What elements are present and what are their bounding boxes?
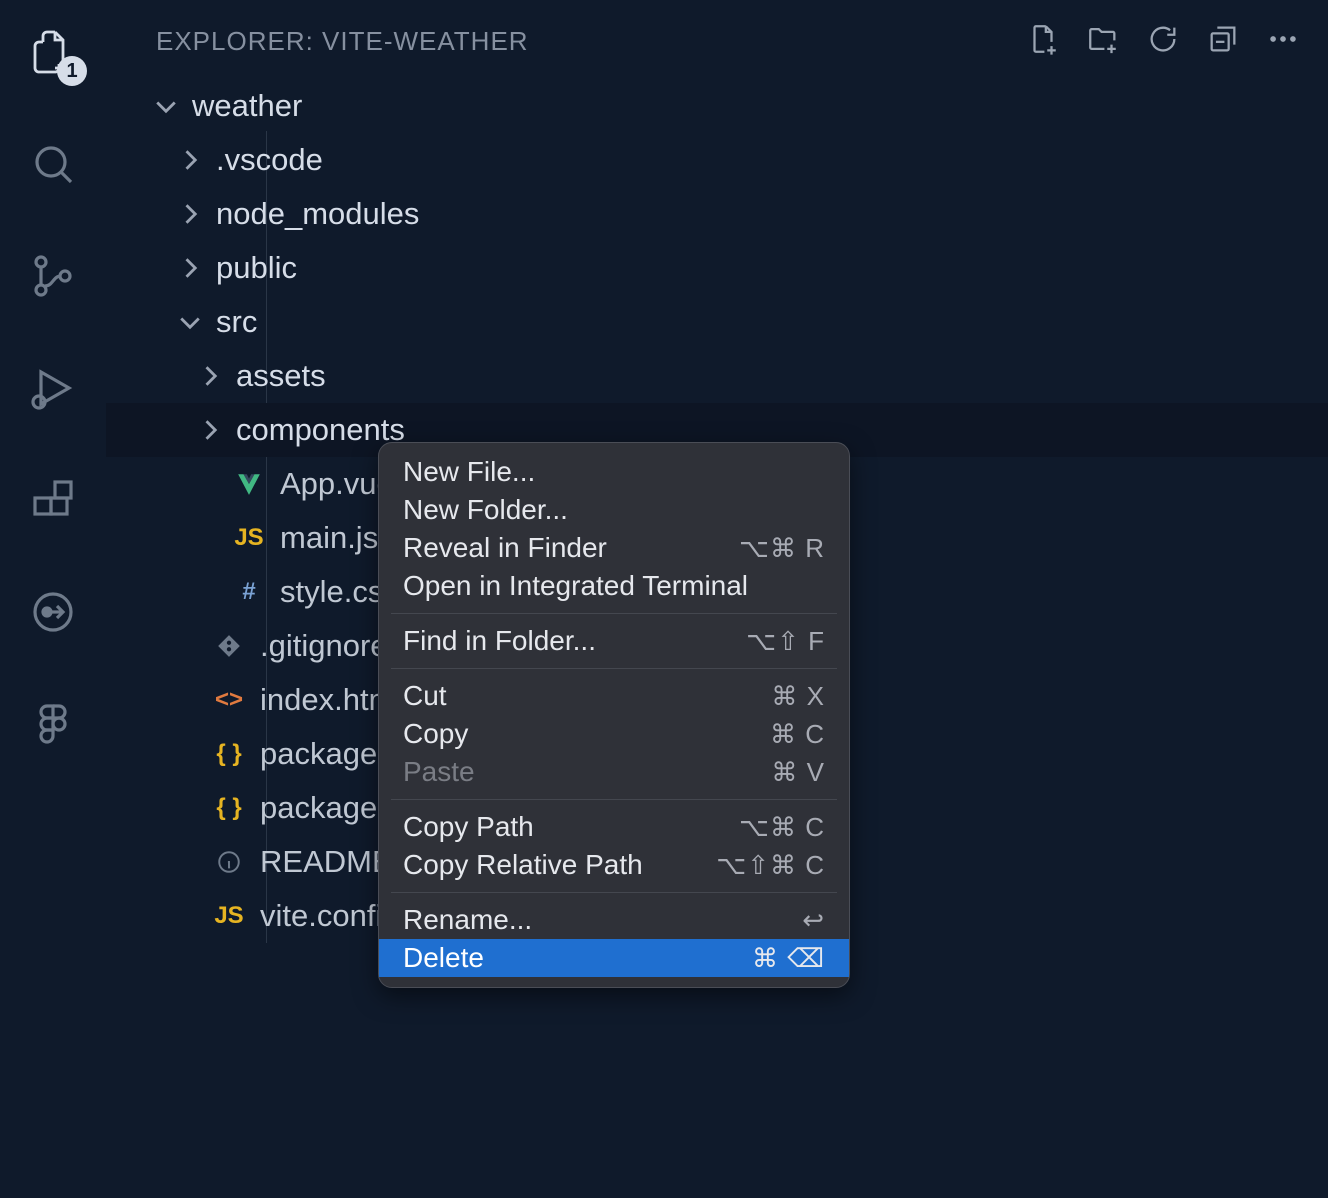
- context-menu-label: Copy: [403, 718, 468, 750]
- header-actions: [1026, 22, 1300, 61]
- context-menu-label: New File...: [403, 456, 535, 488]
- context-menu-shortcut: ⌘ ⌫: [752, 943, 825, 974]
- js-file-icon: JS: [234, 523, 264, 553]
- tree-folder[interactable]: .vscode: [106, 133, 1328, 187]
- context-menu-label: Copy Relative Path: [403, 849, 643, 881]
- chevron-right-icon: [196, 416, 224, 444]
- context-menu-label: Open in Integrated Terminal: [403, 570, 748, 602]
- folder-label: components: [236, 412, 405, 448]
- html-file-icon: <>: [214, 685, 244, 715]
- new-file-icon[interactable]: [1026, 22, 1060, 61]
- file-label: .gitignore: [260, 628, 388, 664]
- sidebar-header: EXPLORER: VITE-WEATHER: [106, 22, 1328, 79]
- context-menu-separator: [391, 799, 837, 800]
- folder-label: weather: [192, 88, 302, 124]
- context-menu-item[interactable]: Open in Integrated Terminal: [379, 567, 849, 605]
- tree-folder[interactable]: assets: [106, 349, 1328, 403]
- folder-label: src: [216, 304, 257, 340]
- explorer-badge: 1: [57, 56, 87, 86]
- context-menu-item[interactable]: New File...: [379, 453, 849, 491]
- chevron-right-icon: [176, 146, 204, 174]
- info-file-icon: [214, 847, 244, 877]
- context-menu-label: Reveal in Finder: [403, 532, 607, 564]
- tree-folder[interactable]: public: [106, 241, 1328, 295]
- context-menu-shortcut: ⌘ V: [771, 757, 825, 788]
- folder-label: .vscode: [216, 142, 323, 178]
- context-menu-label: Cut: [403, 680, 447, 712]
- context-menu-label: Find in Folder...: [403, 625, 596, 657]
- context-menu-item[interactable]: Find in Folder... ⌥⇧ F: [379, 622, 849, 660]
- tree-folder-root[interactable]: weather: [106, 79, 1328, 133]
- context-menu-item[interactable]: Copy Path ⌥⌘ C: [379, 808, 849, 846]
- context-menu-label: Paste: [403, 756, 475, 788]
- refresh-icon[interactable]: [1146, 22, 1180, 61]
- git-file-icon: [214, 631, 244, 661]
- context-menu-shortcut: ⌥⌘ R: [739, 533, 825, 564]
- chevron-right-icon: [196, 362, 224, 390]
- context-menu-item[interactable]: Copy Relative Path ⌥⇧⌘ C: [379, 846, 849, 884]
- activity-explorer-icon[interactable]: 1: [29, 28, 77, 76]
- context-menu-item[interactable]: Rename... ↩: [379, 901, 849, 939]
- context-menu-item: Paste ⌘ V: [379, 753, 849, 791]
- context-menu-shortcut: ↩: [802, 905, 825, 936]
- context-menu-label: Rename...: [403, 904, 532, 936]
- folder-label: node_modules: [216, 196, 419, 232]
- tree-folder[interactable]: node_modules: [106, 187, 1328, 241]
- chevron-right-icon: [176, 200, 204, 228]
- context-menu-shortcut: ⌥⌘ C: [739, 812, 825, 843]
- activity-bar: 1: [0, 0, 106, 1198]
- file-label: App.vue: [280, 466, 394, 502]
- sidebar-title: EXPLORER: VITE-WEATHER: [156, 26, 529, 57]
- context-menu-separator: [391, 613, 837, 614]
- activity-search-icon[interactable]: [29, 140, 77, 188]
- collapse-all-icon[interactable]: [1206, 22, 1240, 61]
- new-folder-icon[interactable]: [1086, 22, 1120, 61]
- context-menu-label: Delete: [403, 942, 484, 974]
- context-menu-label: New Folder...: [403, 494, 568, 526]
- context-menu-item[interactable]: Cut ⌘ X: [379, 677, 849, 715]
- activity-source-control-icon[interactable]: [29, 252, 77, 300]
- json-file-icon: { }: [214, 739, 244, 769]
- context-menu-separator: [391, 892, 837, 893]
- context-menu: New File...New Folder...Reveal in Finder…: [378, 442, 850, 988]
- activity-run-debug-icon[interactable]: [29, 364, 77, 412]
- chevron-right-icon: [176, 254, 204, 282]
- folder-label: assets: [236, 358, 326, 394]
- context-menu-shortcut: ⌥⇧⌘ C: [716, 850, 825, 881]
- file-label: main.js: [280, 520, 378, 556]
- more-icon[interactable]: [1266, 22, 1300, 61]
- context-menu-label: Copy Path: [403, 811, 534, 843]
- context-menu-shortcut: ⌘ C: [770, 719, 825, 750]
- activity-extensions-icon[interactable]: [29, 476, 77, 524]
- css-file-icon: #: [234, 577, 264, 607]
- context-menu-shortcut: ⌘ X: [771, 681, 825, 712]
- folder-label: public: [216, 250, 297, 286]
- activity-figma-icon[interactable]: [29, 700, 77, 748]
- chevron-down-icon: [176, 308, 204, 336]
- vue-file-icon: [234, 469, 264, 499]
- context-menu-shortcut: ⌥⇧ F: [746, 626, 825, 657]
- context-menu-item[interactable]: New Folder...: [379, 491, 849, 529]
- context-menu-item[interactable]: Delete ⌘ ⌫: [379, 939, 849, 977]
- context-menu-item[interactable]: Copy ⌘ C: [379, 715, 849, 753]
- context-menu-separator: [391, 668, 837, 669]
- js-file-icon: JS: [214, 901, 244, 931]
- activity-git-graph-icon[interactable]: [29, 588, 77, 636]
- chevron-down-icon: [152, 92, 180, 120]
- context-menu-item[interactable]: Reveal in Finder ⌥⌘ R: [379, 529, 849, 567]
- json-file-icon: { }: [214, 793, 244, 823]
- tree-folder-src[interactable]: src: [106, 295, 1328, 349]
